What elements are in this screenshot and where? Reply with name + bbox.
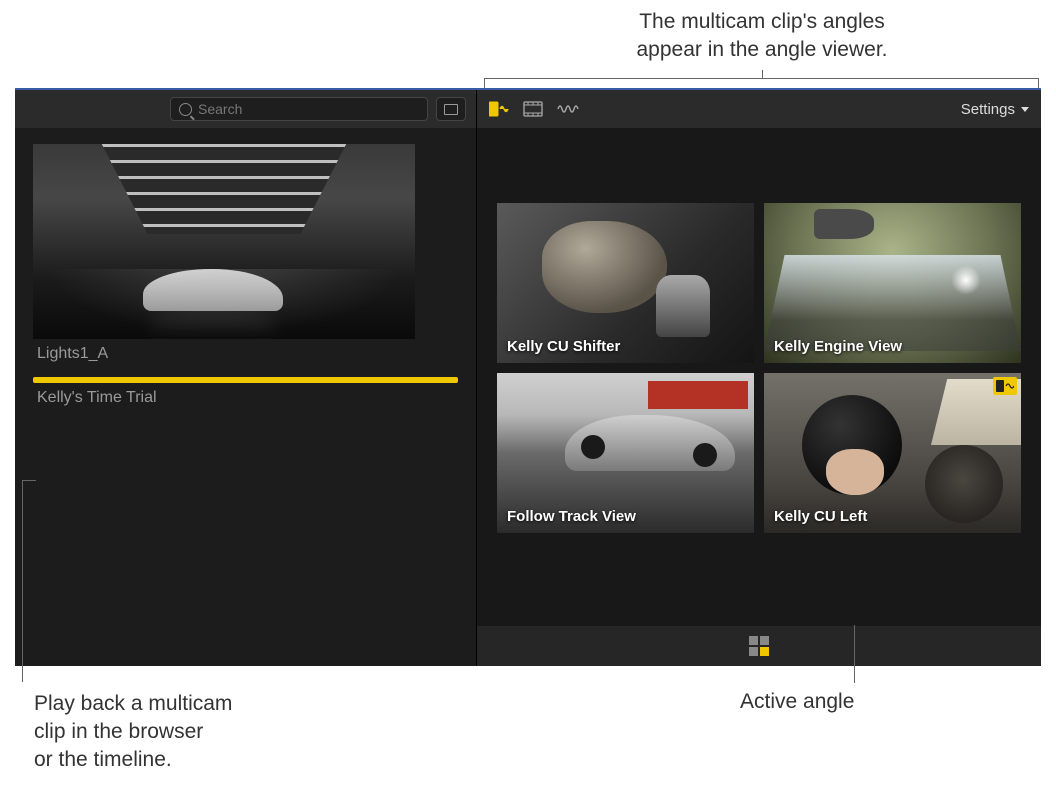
angle-cell[interactable]: Kelly CU Shifter bbox=[497, 203, 754, 363]
angle-viewer-panel: Settings Kelly CU Shifter Kelly Engine V… bbox=[477, 90, 1041, 666]
clip-label: Kelly's Time Trial bbox=[33, 389, 458, 407]
search-placeholder: Search bbox=[198, 101, 242, 117]
filmstrip-toggle-button[interactable] bbox=[436, 97, 466, 121]
annotation-text: or the timeline. bbox=[34, 746, 232, 774]
annotation-text: appear in the angle viewer. bbox=[636, 36, 887, 64]
angle-cell-active[interactable]: Kelly CU Left bbox=[764, 373, 1021, 533]
grid-layout-button[interactable] bbox=[749, 636, 769, 656]
app-window: Search Lights1_A bbox=[15, 88, 1041, 666]
settings-label: Settings bbox=[961, 101, 1015, 118]
angle-cell[interactable]: Follow Track View bbox=[497, 373, 754, 533]
annotation-text: The multicam clip's angles bbox=[636, 8, 887, 36]
annotation-bottom-right: Active angle bbox=[740, 690, 854, 714]
annotation-top: The multicam clip's angles appear in the… bbox=[0, 8, 1056, 64]
clip-item[interactable]: Lights1_A bbox=[33, 144, 458, 363]
audio-switch-icon[interactable] bbox=[557, 101, 577, 117]
angle-label: Kelly CU Left bbox=[774, 508, 867, 525]
active-angle-badge-icon bbox=[993, 377, 1017, 395]
clip-item-selected[interactable]: Kelly's Time Trial bbox=[33, 377, 458, 407]
settings-dropdown[interactable]: Settings bbox=[961, 101, 1029, 118]
angle-label: Kelly CU Shifter bbox=[507, 338, 620, 355]
callout-line bbox=[854, 625, 855, 683]
angle-cell[interactable]: Kelly Engine View bbox=[764, 203, 1021, 363]
annotation-text: clip in the browser bbox=[34, 718, 232, 746]
viewer-footer bbox=[477, 626, 1041, 666]
annotation-bottom-left: Play back a multicam clip in the browser… bbox=[34, 690, 232, 774]
clip-thumbnail[interactable] bbox=[33, 144, 415, 339]
annotation-text: Play back a multicam bbox=[34, 690, 232, 718]
browser-clip-list: Lights1_A bbox=[15, 128, 476, 423]
clip-thumbnail-selected[interactable] bbox=[33, 377, 458, 383]
callout-bracket bbox=[484, 70, 1039, 88]
annotation-text: Active angle bbox=[740, 690, 854, 713]
switch-mode-group bbox=[489, 101, 577, 117]
browser-panel: Search Lights1_A bbox=[15, 90, 477, 666]
browser-header: Search bbox=[15, 90, 476, 128]
angle-grid: Kelly CU Shifter Kelly Engine View Follo… bbox=[477, 128, 1041, 553]
search-input[interactable]: Search bbox=[170, 97, 428, 121]
chevron-down-icon bbox=[1021, 107, 1029, 112]
clip-label: Lights1_A bbox=[33, 345, 458, 363]
angle-label: Follow Track View bbox=[507, 508, 636, 525]
angle-label: Kelly Engine View bbox=[774, 338, 902, 355]
callout-line bbox=[22, 480, 23, 682]
filmstrip-icon bbox=[444, 104, 458, 115]
viewer-toolbar: Settings bbox=[477, 90, 1041, 128]
search-icon bbox=[179, 103, 192, 116]
video-audio-switch-icon[interactable] bbox=[489, 101, 509, 117]
video-switch-icon[interactable] bbox=[523, 101, 543, 117]
